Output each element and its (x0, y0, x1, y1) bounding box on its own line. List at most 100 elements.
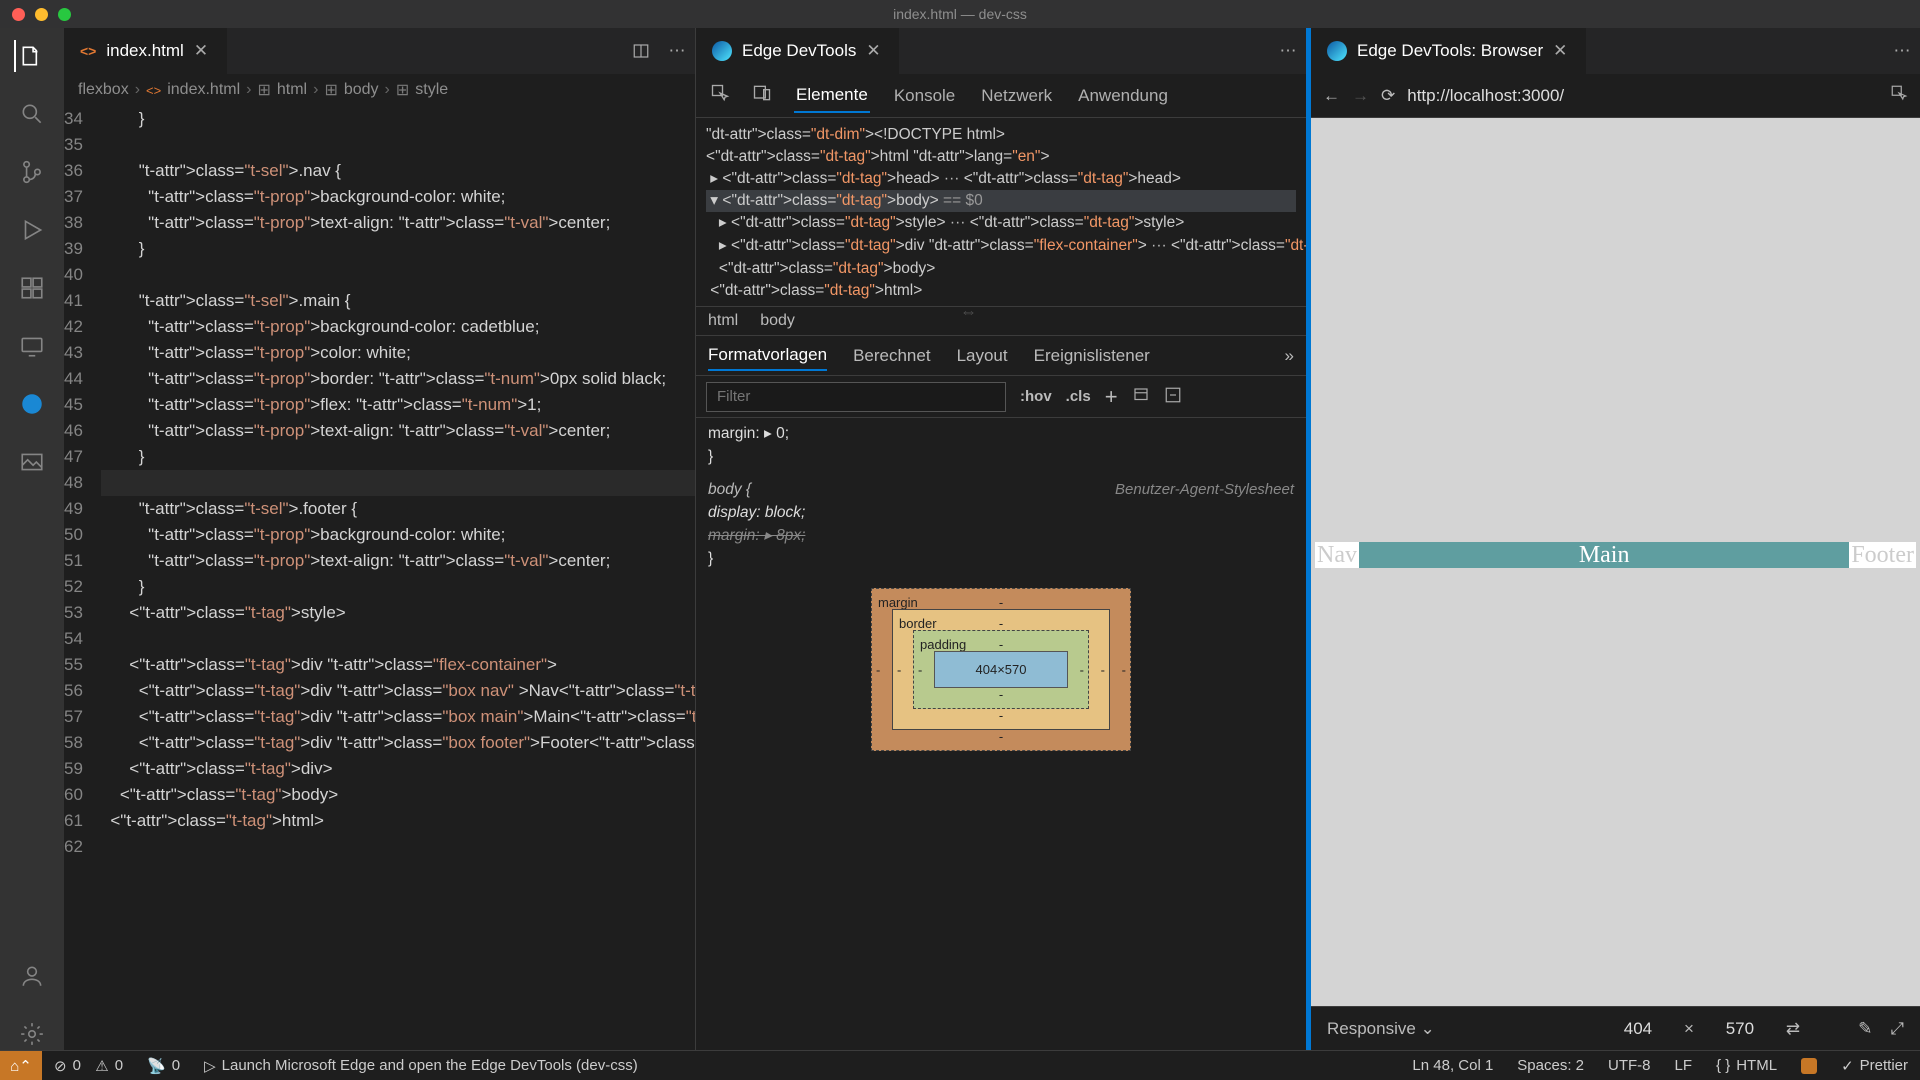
styles-more-icon[interactable] (1164, 386, 1182, 408)
code-editor[interactable]: 3435363738394041424344454647484950515253… (64, 106, 695, 1050)
titlebar: index.html — dev-css (0, 0, 1920, 28)
status-prettier[interactable]: ✓ Prettier (1829, 1051, 1920, 1080)
styles-toolbar: :hov .cls + (696, 376, 1306, 418)
activity-remote-icon[interactable] (16, 330, 48, 362)
activity-debug-icon[interactable] (16, 214, 48, 246)
rule-close: } (708, 445, 1294, 468)
editor-group-code: <> index.html ✕ ⋯ flexbox› <> index.html… (64, 28, 696, 1050)
activity-source-control-icon[interactable] (16, 156, 48, 188)
subtab-styles[interactable]: Formatvorlagen (708, 341, 827, 371)
tab-label: Edge DevTools: Browser (1357, 41, 1543, 61)
tab-label: Edge DevTools (742, 41, 856, 61)
reload-icon[interactable]: ⟳ (1381, 86, 1395, 106)
activity-settings-icon[interactable] (16, 1018, 48, 1050)
box-model[interactable]: margin - - - - border - - - - (871, 588, 1131, 751)
status-indent[interactable]: Spaces: 2 (1505, 1051, 1596, 1080)
inspect-in-browser-icon[interactable] (1890, 84, 1908, 107)
device-preview-icon[interactable] (1132, 386, 1150, 408)
tab-index-html[interactable]: <> index.html ✕ (64, 28, 227, 74)
back-icon[interactable]: ← (1323, 86, 1340, 106)
tab-edge-devtools[interactable]: Edge DevTools ✕ (696, 28, 899, 74)
breadcrumbs[interactable]: flexbox› <> index.html› ⊞ html› ⊞ body› … (64, 74, 695, 106)
status-launch-edge[interactable]: ▷ Launch Microsoft Edge and open the Edg… (192, 1051, 650, 1080)
crumb-html[interactable]: html (277, 81, 307, 99)
status-prettier-icon[interactable] (1789, 1051, 1829, 1080)
tab-edge-browser[interactable]: Edge DevTools: Browser ✕ (1311, 28, 1586, 74)
activity-extensions-icon[interactable] (16, 272, 48, 304)
preview-nav: Nav (1315, 542, 1359, 568)
cls-toggle[interactable]: .cls (1066, 388, 1091, 405)
device-toolbar-icon[interactable] (752, 83, 772, 108)
devtools-tab-elements[interactable]: Elemente (794, 79, 870, 113)
activity-search-icon[interactable] (16, 98, 48, 130)
hov-toggle[interactable]: :hov (1020, 388, 1052, 405)
minimize-window-icon[interactable] (35, 8, 48, 21)
subtab-layout[interactable]: Layout (957, 342, 1008, 370)
editor-group-browser: Edge DevTools: Browser ✕ ⋯ ← → ⟳ http://… (1306, 28, 1920, 1050)
browser-preview[interactable]: Nav Main Footer (1311, 118, 1920, 1006)
inspect-element-icon[interactable] (710, 83, 730, 108)
devtools-tab-console[interactable]: Konsole (892, 80, 957, 112)
device-height-input[interactable] (1712, 1018, 1768, 1040)
status-eol[interactable]: LF (1663, 1051, 1705, 1080)
window-title: index.html — dev-css (0, 6, 1920, 22)
crumb-body[interactable]: body (760, 312, 795, 330)
crumb-style[interactable]: style (415, 81, 448, 99)
activity-bar (0, 28, 64, 1050)
url-display[interactable]: http://localhost:3000/ (1407, 86, 1878, 106)
rotate-icon[interactable]: ⇄ (1786, 1019, 1800, 1039)
styles-rules[interactable]: margin: ▸ 0; } Benutzer-Agent-Stylesheet… (696, 418, 1306, 1050)
styles-filter-input[interactable] (706, 382, 1006, 412)
tab-label: index.html (106, 41, 183, 61)
new-rule-icon[interactable]: + (1105, 384, 1118, 410)
close-tab-icon[interactable]: ✕ (866, 41, 882, 61)
flex-container-preview: Nav Main Footer (1315, 542, 1916, 568)
more-actions-icon[interactable]: ⋯ (1270, 28, 1306, 74)
more-actions-icon[interactable]: ⋯ (1884, 28, 1920, 74)
more-actions-icon[interactable]: ⋯ (659, 28, 695, 74)
crumb-body[interactable]: body (344, 81, 379, 99)
status-bar: ⌂⌃ ⊘ 0 ⚠ 0 📡 0 ▷ Launch Microsoft Edge a… (0, 1050, 1920, 1080)
rule-prop-display[interactable]: display: block; (708, 501, 1294, 524)
close-window-icon[interactable] (12, 8, 25, 21)
devtools-tab-network[interactable]: Netzwerk (979, 80, 1054, 112)
subtab-eventlisteners[interactable]: Ereignislistener (1034, 342, 1150, 370)
device-x: × (1684, 1019, 1694, 1039)
activity-explorer-icon[interactable] (14, 40, 48, 72)
more-subtabs-icon[interactable]: » (1285, 346, 1294, 366)
activity-images-icon[interactable] (16, 446, 48, 478)
device-width-input[interactable] (1610, 1018, 1666, 1040)
crumb-file[interactable]: index.html (167, 81, 240, 99)
status-ports[interactable]: 📡 0 (135, 1051, 192, 1080)
html-file-icon: <> (80, 43, 96, 59)
status-language[interactable]: { } HTML (1704, 1051, 1789, 1080)
status-errors[interactable]: ⊘ 0 ⚠ 0 (42, 1051, 135, 1080)
dom-tree[interactable]: "dt-attr">class="dt-dim"><!DOCTYPE html>… (696, 118, 1306, 306)
crumb-html[interactable]: html (708, 312, 738, 330)
browser-tabbar: Edge DevTools: Browser ✕ ⋯ (1311, 28, 1920, 74)
fullscreen-icon[interactable]: ⤢ (1890, 1019, 1904, 1039)
device-mode-select[interactable]: Responsive ⌄ (1327, 1019, 1435, 1039)
close-tab-icon[interactable]: ✕ (1553, 41, 1569, 61)
devtools-breadcrumbs[interactable]: html body (696, 306, 1306, 336)
close-tab-icon[interactable]: ✕ (194, 41, 210, 61)
rule-line[interactable]: margin: ▸ 0; (708, 422, 1294, 445)
resize-handle-icon[interactable]: ⇔ (960, 302, 976, 318)
status-cursor-pos[interactable]: Ln 48, Col 1 (1400, 1051, 1505, 1080)
screenshot-icon[interactable]: ✎ (1858, 1019, 1872, 1039)
crumb-folder[interactable]: flexbox (78, 81, 129, 99)
split-editor-icon[interactable] (623, 28, 659, 74)
maximize-window-icon[interactable] (58, 8, 71, 21)
activity-edge-devtools-icon[interactable] (16, 388, 48, 420)
forward-icon[interactable]: → (1352, 86, 1369, 106)
status-encoding[interactable]: UTF-8 (1596, 1051, 1663, 1080)
subtab-computed[interactable]: Berechnet (853, 342, 931, 370)
browser-toolbar: ← → ⟳ http://localhost:3000/ (1311, 74, 1920, 118)
rule-selector[interactable]: body { (708, 481, 751, 498)
activity-account-icon[interactable] (16, 960, 48, 992)
rule-prop-margin[interactable]: margin: ▸ 8px; (708, 524, 1294, 547)
devtools-tab-application[interactable]: Anwendung (1076, 80, 1170, 112)
html-file-icon: <> (146, 83, 161, 98)
devtools-main-toolbar: Elemente Konsole Netzwerk Anwendung (696, 74, 1306, 118)
remote-indicator[interactable]: ⌂⌃ (0, 1051, 42, 1080)
